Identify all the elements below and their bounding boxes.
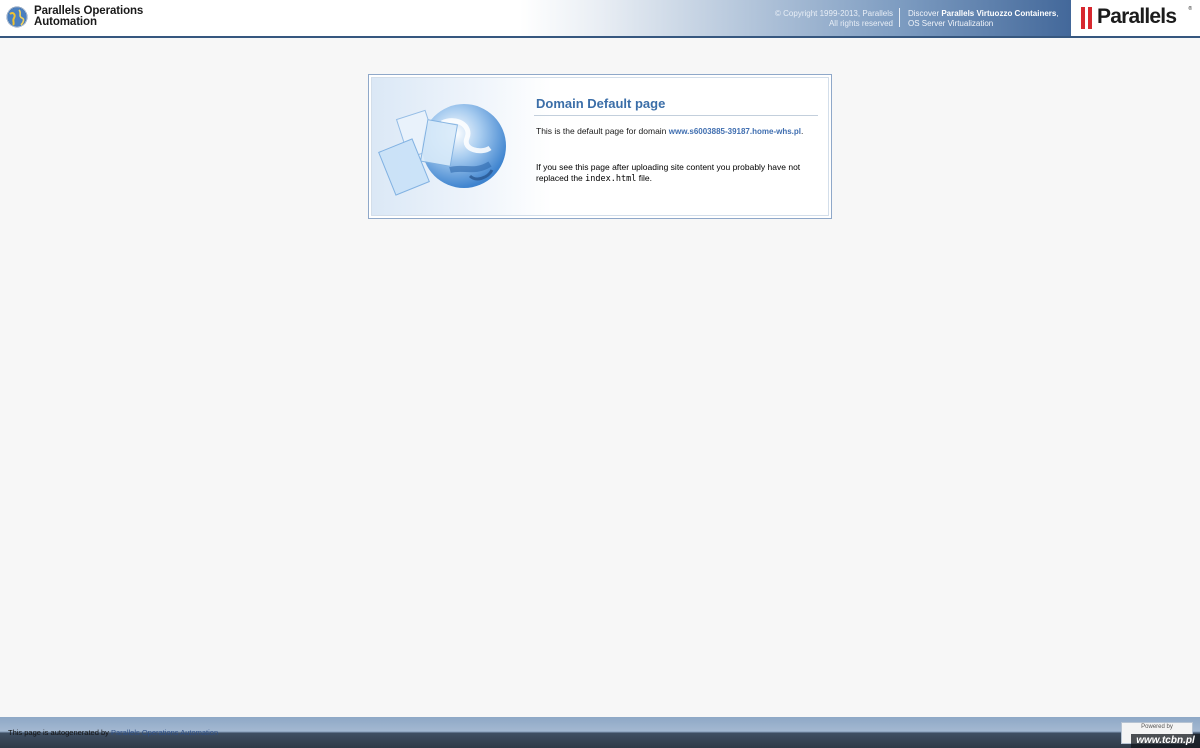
page-footer: This page is autogenerated by Parallels …	[0, 717, 1200, 748]
autogen-prefix: This page is autogenerated by	[8, 728, 111, 737]
notice-prefix: This is the default page for domain	[536, 126, 669, 136]
notice-suffix: .	[801, 126, 804, 136]
poa-footer-link[interactable]: Parallels Operations Automation	[111, 728, 218, 737]
globe-documents-illustration	[378, 104, 506, 196]
discover-product: Parallels Virtuozzo Containers	[941, 9, 1057, 18]
powered-by-label: Powered by	[1141, 724, 1173, 730]
poa-brand[interactable]: Parallels Operations Automation	[6, 5, 143, 28]
parallels-bars-icon	[1081, 7, 1092, 29]
discover-prefix: Discover	[908, 9, 942, 18]
site-watermark: www.tcbn.pl	[1131, 734, 1200, 748]
copyright-line2: All rights reserved	[828, 18, 893, 28]
discover-comma: ,	[1056, 9, 1059, 18]
copyright-notice: © Copyright 1999-2013, Parallels All rig…	[775, 9, 893, 28]
instructions-suffix: file.	[636, 172, 652, 183]
title-divider	[534, 115, 818, 116]
discover-link[interactable]: Discover Parallels Virtuozzo Containers,…	[908, 9, 1059, 28]
registered-mark: ®	[1188, 6, 1192, 12]
page-title: Domain Default page	[536, 96, 666, 111]
discover-line2: OS Server Virtualization	[908, 18, 994, 28]
autogenerated-note: This page is autogenerated by Parallels …	[8, 728, 218, 737]
upload-instructions: If you see this page after uploading sit…	[536, 162, 812, 184]
copyright-line1: © Copyright 1999-2013, Parallels	[775, 9, 893, 18]
panel-inner: Domain Default page This is the default …	[371, 77, 829, 216]
domain-default-panel: Domain Default page This is the default …	[368, 74, 832, 219]
top-header: Parallels Operations Automation © Copyri…	[0, 0, 1200, 38]
parallels-logo[interactable]: Parallels ®	[1071, 0, 1200, 36]
product-name: Parallels Operations Automation	[34, 5, 143, 28]
index-filename: index.html	[585, 173, 637, 184]
instructions-prefix: If you see this page after uploading sit…	[536, 162, 801, 183]
parallels-logo-text: Parallels	[1097, 5, 1177, 28]
default-page-notice: This is the default page for domain www.…	[536, 126, 806, 138]
domain-link[interactable]: www.s6003885-39187.home-whs.pl	[669, 127, 801, 136]
header-divider	[899, 8, 900, 27]
poa-globe-icon	[6, 6, 28, 28]
product-name-line2: Automation	[34, 16, 97, 28]
discover-line1: Discover Parallels Virtuozzo Containers,	[908, 9, 1059, 19]
